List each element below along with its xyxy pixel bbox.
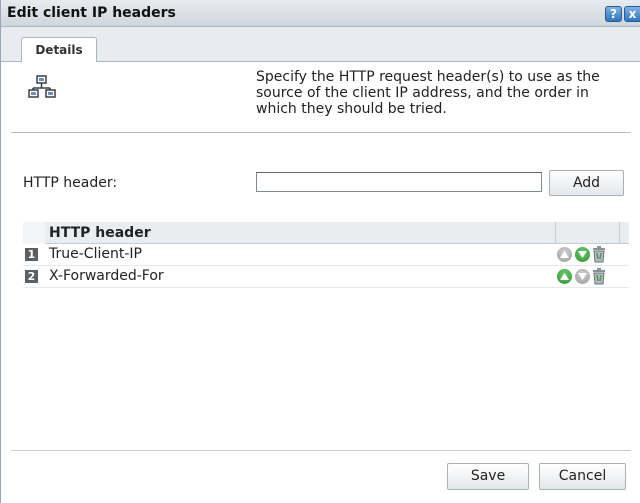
table-row[interactable]: 1 True-Client-IP [23, 244, 629, 266]
move-down-icon [575, 269, 590, 284]
trash-icon[interactable] [592, 246, 606, 263]
trash-icon[interactable] [592, 268, 606, 285]
column-header-http-header[interactable]: HTTP header [49, 225, 151, 241]
network-icon [28, 75, 56, 98]
edit-client-ip-headers-dialog: Edit client IP headers ? x Details Speci… [0, 0, 640, 503]
table-header: HTTP header [23, 222, 629, 244]
table-row[interactable]: 2 X-Forwarded-For [23, 266, 629, 288]
column-separator [619, 222, 620, 244]
save-button[interactable]: Save [447, 463, 529, 490]
row-index-badge: 2 [25, 270, 38, 283]
tab-details[interactable]: Details [21, 37, 97, 62]
divider [11, 132, 631, 133]
column-separator [555, 222, 556, 244]
close-icon[interactable]: x [624, 6, 640, 22]
headers-table: HTTP header 1 True-Client-IP 2 X-Forward… [23, 222, 629, 288]
row-header-value: True-Client-IP [49, 246, 142, 262]
footer-divider [11, 450, 631, 451]
help-icon[interactable]: ? [605, 6, 622, 22]
table-header-corner [23, 222, 45, 244]
move-down-icon[interactable] [575, 247, 590, 262]
http-header-input[interactable] [256, 172, 542, 192]
row-header-value: X-Forwarded-For [49, 268, 164, 284]
tab-strip: Details [1, 27, 640, 62]
move-up-icon[interactable] [557, 269, 572, 284]
move-up-icon [557, 247, 572, 262]
description-text: Specify the HTTP request header(s) to us… [256, 69, 600, 117]
title-bar: Edit client IP headers ? x [1, 0, 640, 27]
add-button[interactable]: Add [549, 170, 624, 196]
http-header-label: HTTP header: [23, 175, 118, 191]
cancel-button[interactable]: Cancel [539, 463, 626, 490]
row-index-badge: 1 [25, 248, 38, 261]
dialog-title: Edit client IP headers [7, 5, 176, 21]
